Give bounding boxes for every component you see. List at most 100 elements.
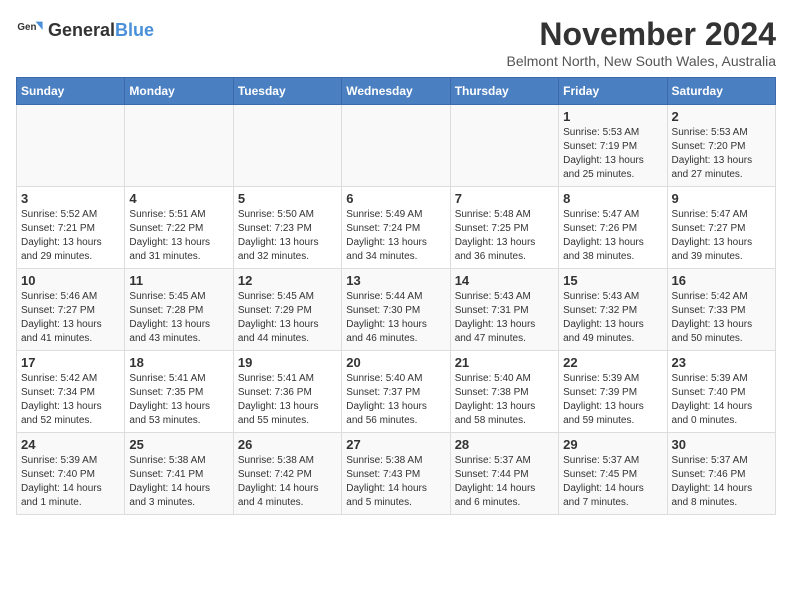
day-number: 13 — [346, 273, 445, 288]
calendar-cell: 22 Sunrise: 5:39 AM Sunset: 7:39 PM Dayli… — [559, 351, 667, 433]
calendar-cell: 24Sunrise: 5:39 AM Sunset: 7:40 PM Dayli… — [17, 433, 125, 515]
calendar-cell — [342, 105, 450, 187]
day-info: Sunrise: 5:42 AM Sunset: 7:34 PM Dayligh… — [21, 372, 120, 428]
day-number: 25 — [129, 437, 228, 452]
day-number: 4 — [129, 191, 228, 206]
calendar-cell: 17 Sunrise: 5:42 AM Sunset: 7:34 PM Dayli… — [17, 351, 125, 433]
calendar-week-row: 3 Sunrise: 5:52 AM Sunset: 7:21 PM Daylig… — [17, 187, 776, 269]
calendar-week-row: 1Sunrise: 5:53 AM Sunset: 7:19 PM Daylig… — [17, 105, 776, 187]
calendar-cell: 7 Sunrise: 5:48 AM Sunset: 7:25 PM Daylig… — [450, 187, 558, 269]
day-of-week-header: Friday — [559, 78, 667, 105]
day-info: Sunrise: 5:40 AM Sunset: 7:37 PM Dayligh… — [346, 372, 445, 428]
day-of-week-header: Wednesday — [342, 78, 450, 105]
calendar-cell: 2Sunrise: 5:53 AM Sunset: 7:20 PM Daylig… — [667, 105, 775, 187]
calendar-cell: 23 Sunrise: 5:39 AM Sunset: 7:40 PM Dayli… — [667, 351, 775, 433]
calendar-cell — [125, 105, 233, 187]
day-number: 1 — [563, 109, 662, 124]
day-number: 11 — [129, 273, 228, 288]
day-number: 3 — [21, 191, 120, 206]
calendar-cell: 3 Sunrise: 5:52 AM Sunset: 7:21 PM Daylig… — [17, 187, 125, 269]
day-info: Sunrise: 5:46 AM Sunset: 7:27 PM Dayligh… — [21, 290, 120, 346]
day-number: 22 — [563, 355, 662, 370]
days-of-week-row: SundayMondayTuesdayWednesdayThursdayFrid… — [17, 78, 776, 105]
day-info: Sunrise: 5:47 AM Sunset: 7:26 PM Dayligh… — [563, 208, 662, 264]
calendar-cell: 14 Sunrise: 5:43 AM Sunset: 7:31 PM Dayli… — [450, 269, 558, 351]
day-number: 20 — [346, 355, 445, 370]
day-info: Sunrise: 5:39 AM Sunset: 7:39 PM Dayligh… — [563, 372, 662, 428]
day-of-week-header: Monday — [125, 78, 233, 105]
calendar-cell — [233, 105, 341, 187]
day-number: 19 — [238, 355, 337, 370]
location-title: Belmont North, New South Wales, Australi… — [507, 53, 777, 69]
day-info: Sunrise: 5:38 AM Sunset: 7:41 PM Dayligh… — [129, 454, 228, 510]
calendar-cell: 13 Sunrise: 5:44 AM Sunset: 7:30 PM Dayli… — [342, 269, 450, 351]
calendar-body: 1Sunrise: 5:53 AM Sunset: 7:19 PM Daylig… — [17, 105, 776, 515]
title-area: November 2024 Belmont North, New South W… — [507, 16, 777, 69]
day-of-week-header: Sunday — [17, 78, 125, 105]
logo: Gen GeneralBlue — [16, 16, 154, 44]
calendar-cell: 20 Sunrise: 5:40 AM Sunset: 7:37 PM Dayli… — [342, 351, 450, 433]
calendar-cell: 9 Sunrise: 5:47 AM Sunset: 7:27 PM Daylig… — [667, 187, 775, 269]
day-number: 14 — [455, 273, 554, 288]
day-info: Sunrise: 5:45 AM Sunset: 7:28 PM Dayligh… — [129, 290, 228, 346]
calendar-cell: 5Sunrise: 5:50 AM Sunset: 7:23 PM Daylig… — [233, 187, 341, 269]
day-info: Sunrise: 5:43 AM Sunset: 7:31 PM Dayligh… — [455, 290, 554, 346]
calendar-cell: 10 Sunrise: 5:46 AM Sunset: 7:27 PM Dayli… — [17, 269, 125, 351]
day-number: 10 — [21, 273, 120, 288]
day-info: Sunrise: 5:38 AM Sunset: 7:42 PM Dayligh… — [238, 454, 337, 510]
day-info: Sunrise: 5:51 AM Sunset: 7:22 PM Dayligh… — [129, 208, 228, 264]
calendar-cell: 1Sunrise: 5:53 AM Sunset: 7:19 PM Daylig… — [559, 105, 667, 187]
day-info: Sunrise: 5:45 AM Sunset: 7:29 PM Dayligh… — [238, 290, 337, 346]
calendar-cell — [450, 105, 558, 187]
day-info: Sunrise: 5:37 AM Sunset: 7:46 PM Dayligh… — [672, 454, 771, 510]
day-info: Sunrise: 5:49 AM Sunset: 7:24 PM Dayligh… — [346, 208, 445, 264]
day-info: Sunrise: 5:48 AM Sunset: 7:25 PM Dayligh… — [455, 208, 554, 264]
day-of-week-header: Tuesday — [233, 78, 341, 105]
day-info: Sunrise: 5:52 AM Sunset: 7:21 PM Dayligh… — [21, 208, 120, 264]
calendar-week-row: 10 Sunrise: 5:46 AM Sunset: 7:27 PM Dayli… — [17, 269, 776, 351]
calendar-cell: 21Sunrise: 5:40 AM Sunset: 7:38 PM Dayli… — [450, 351, 558, 433]
day-info: Sunrise: 5:44 AM Sunset: 7:30 PM Dayligh… — [346, 290, 445, 346]
day-number: 8 — [563, 191, 662, 206]
day-of-week-header: Thursday — [450, 78, 558, 105]
day-info: Sunrise: 5:43 AM Sunset: 7:32 PM Dayligh… — [563, 290, 662, 346]
day-of-week-header: Saturday — [667, 78, 775, 105]
calendar-cell: 8 Sunrise: 5:47 AM Sunset: 7:26 PM Daylig… — [559, 187, 667, 269]
calendar-cell: 30 Sunrise: 5:37 AM Sunset: 7:46 PM Dayli… — [667, 433, 775, 515]
header: Gen GeneralBlue November 2024 Belmont No… — [16, 16, 776, 69]
calendar-cell — [17, 105, 125, 187]
logo-icon: Gen — [16, 16, 44, 44]
day-info: Sunrise: 5:37 AM Sunset: 7:45 PM Dayligh… — [563, 454, 662, 510]
day-info: Sunrise: 5:41 AM Sunset: 7:35 PM Dayligh… — [129, 372, 228, 428]
day-info: Sunrise: 5:41 AM Sunset: 7:36 PM Dayligh… — [238, 372, 337, 428]
calendar-cell: 25 Sunrise: 5:38 AM Sunset: 7:41 PM Dayli… — [125, 433, 233, 515]
calendar-week-row: 24Sunrise: 5:39 AM Sunset: 7:40 PM Dayli… — [17, 433, 776, 515]
day-info: Sunrise: 5:50 AM Sunset: 7:23 PM Dayligh… — [238, 208, 337, 264]
calendar-cell: 6Sunrise: 5:49 AM Sunset: 7:24 PM Daylig… — [342, 187, 450, 269]
day-number: 28 — [455, 437, 554, 452]
day-number: 9 — [672, 191, 771, 206]
day-number: 7 — [455, 191, 554, 206]
day-number: 16 — [672, 273, 771, 288]
calendar-cell: 19 Sunrise: 5:41 AM Sunset: 7:36 PM Dayli… — [233, 351, 341, 433]
calendar-cell: 26Sunrise: 5:38 AM Sunset: 7:42 PM Dayli… — [233, 433, 341, 515]
day-number: 30 — [672, 437, 771, 452]
day-number: 17 — [21, 355, 120, 370]
month-title: November 2024 — [507, 16, 777, 53]
day-number: 29 — [563, 437, 662, 452]
day-number: 12 — [238, 273, 337, 288]
calendar-cell: 28Sunrise: 5:37 AM Sunset: 7:44 PM Dayli… — [450, 433, 558, 515]
calendar-cell: 11 Sunrise: 5:45 AM Sunset: 7:28 PM Dayli… — [125, 269, 233, 351]
day-info: Sunrise: 5:47 AM Sunset: 7:27 PM Dayligh… — [672, 208, 771, 264]
day-info: Sunrise: 5:39 AM Sunset: 7:40 PM Dayligh… — [672, 372, 771, 428]
day-number: 15 — [563, 273, 662, 288]
logo-text-general: General — [48, 20, 115, 40]
day-number: 23 — [672, 355, 771, 370]
calendar-header: SundayMondayTuesdayWednesdayThursdayFrid… — [17, 78, 776, 105]
day-info: Sunrise: 5:38 AM Sunset: 7:43 PM Dayligh… — [346, 454, 445, 510]
day-number: 21 — [455, 355, 554, 370]
day-info: Sunrise: 5:53 AM Sunset: 7:20 PM Dayligh… — [672, 126, 771, 182]
logo-text-blue: Blue — [115, 20, 154, 40]
day-number: 24 — [21, 437, 120, 452]
calendar-cell: 16Sunrise: 5:42 AM Sunset: 7:33 PM Dayli… — [667, 269, 775, 351]
